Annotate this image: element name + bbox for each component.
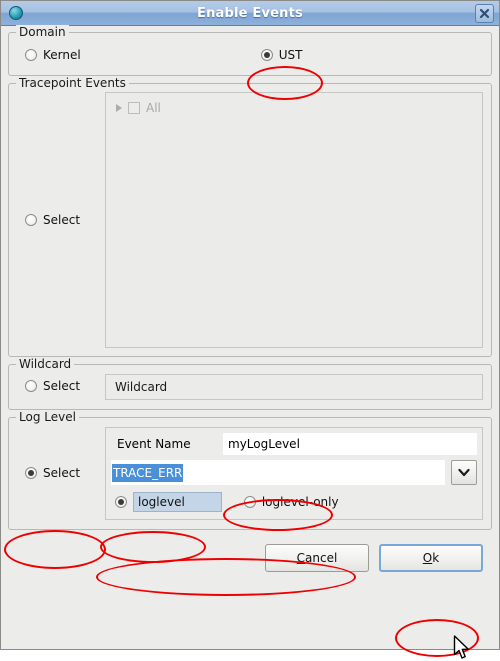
radio-domain-kernel-label: Kernel (43, 48, 81, 62)
close-icon[interactable] (475, 4, 494, 23)
radio-dot-icon (260, 49, 273, 61)
loglevel-mode-row: loglevel loglevel-only (111, 490, 477, 514)
event-name-row: Event Name myLogLevel (111, 432, 477, 456)
cancel-button[interactable]: Cancel (265, 544, 369, 572)
chevron-down-glyph (458, 468, 470, 477)
loglevel-combo-row: TRACE_ERR (111, 458, 477, 487)
radio-domain-kernel[interactable]: Kernel (25, 48, 81, 62)
cancel-button-label: Cancel (296, 551, 338, 565)
dialog-content: Domain Kernel UST Tracepoint Events Sele… (1, 25, 499, 659)
title-bar: Enable Events (1, 1, 499, 26)
radio-mode-loglevel-only-label: loglevel-only (261, 495, 339, 509)
radio-dot-icon (25, 466, 37, 479)
domain-group-title: Domain (16, 25, 69, 39)
radio-wildcard-select-label: Select (43, 379, 81, 393)
tree-item-all[interactable]: All (110, 99, 478, 117)
radio-domain-ust-label: UST (278, 48, 303, 62)
window-title: Enable Events (197, 5, 303, 21)
radio-mode-loglevel-label: loglevel (133, 492, 222, 512)
wildcard-select-cell: Select (17, 379, 105, 395)
wildcard-group: Wildcard Select Wildcard (8, 357, 492, 410)
wildcard-input[interactable]: Wildcard (105, 374, 483, 400)
loglevel-panel: Event Name myLogLevel TRACE_ERR loglevel… (105, 427, 483, 520)
radio-loglevel-select-label: Select (43, 465, 81, 480)
ok-button[interactable]: Ok (379, 544, 483, 572)
radio-tracepoint-select[interactable]: Select (25, 213, 80, 227)
checkbox-all[interactable] (128, 102, 140, 114)
loglevel-group-title: Log Level (16, 410, 79, 424)
tracepoint-tree[interactable]: All (105, 92, 483, 348)
radio-tracepoint-select-label: Select (43, 213, 81, 227)
radio-wildcard-select[interactable]: Select (25, 379, 80, 393)
tracepoint-events-group: Tracepoint Events Select All (8, 76, 492, 357)
tree-item-all-label: All (146, 101, 161, 115)
radio-mode-loglevel-only[interactable]: loglevel-only (243, 495, 339, 509)
radio-dot-icon (115, 496, 127, 508)
close-x-glyph (479, 8, 490, 19)
enable-events-dialog: Enable Events Domain Kernel UST Tracepoi… (0, 0, 500, 659)
loglevel-combo-value: TRACE_ERR (112, 463, 184, 482)
radio-mode-loglevel[interactable]: loglevel (115, 492, 222, 512)
triangle-right-icon[interactable] (116, 104, 122, 112)
tracepoint-group-title: Tracepoint Events (16, 76, 129, 90)
annotation-ellipse-ok (395, 619, 479, 657)
domain-group: Domain Kernel UST (8, 25, 492, 76)
radio-dot-icon (243, 496, 256, 508)
wildcard-group-title: Wildcard (16, 357, 75, 371)
radio-dot-icon (25, 380, 37, 392)
radio-domain-ust[interactable]: UST (260, 48, 303, 62)
radio-dot-icon (25, 214, 37, 226)
event-name-input[interactable]: myLogLevel (223, 433, 477, 455)
chevron-down-icon[interactable] (451, 460, 477, 485)
ok-button-label: Ok (422, 551, 440, 565)
tracepoint-select-cell: Select (17, 92, 105, 348)
loglevel-combo-input[interactable]: TRACE_ERR (111, 460, 445, 485)
loglevel-group: Log Level Select Event Name myLogLevel T… (8, 410, 492, 530)
event-name-label: Event Name (117, 437, 191, 451)
mouse-cursor (453, 635, 469, 659)
radio-loglevel-select[interactable]: Select (25, 466, 80, 480)
loglevel-select-cell: Select (17, 466, 105, 482)
domain-options-row: Kernel UST (17, 45, 483, 65)
app-globe-icon (9, 6, 23, 20)
dialog-button-bar: Cancel Ok (8, 537, 492, 572)
radio-dot-icon (25, 49, 37, 61)
